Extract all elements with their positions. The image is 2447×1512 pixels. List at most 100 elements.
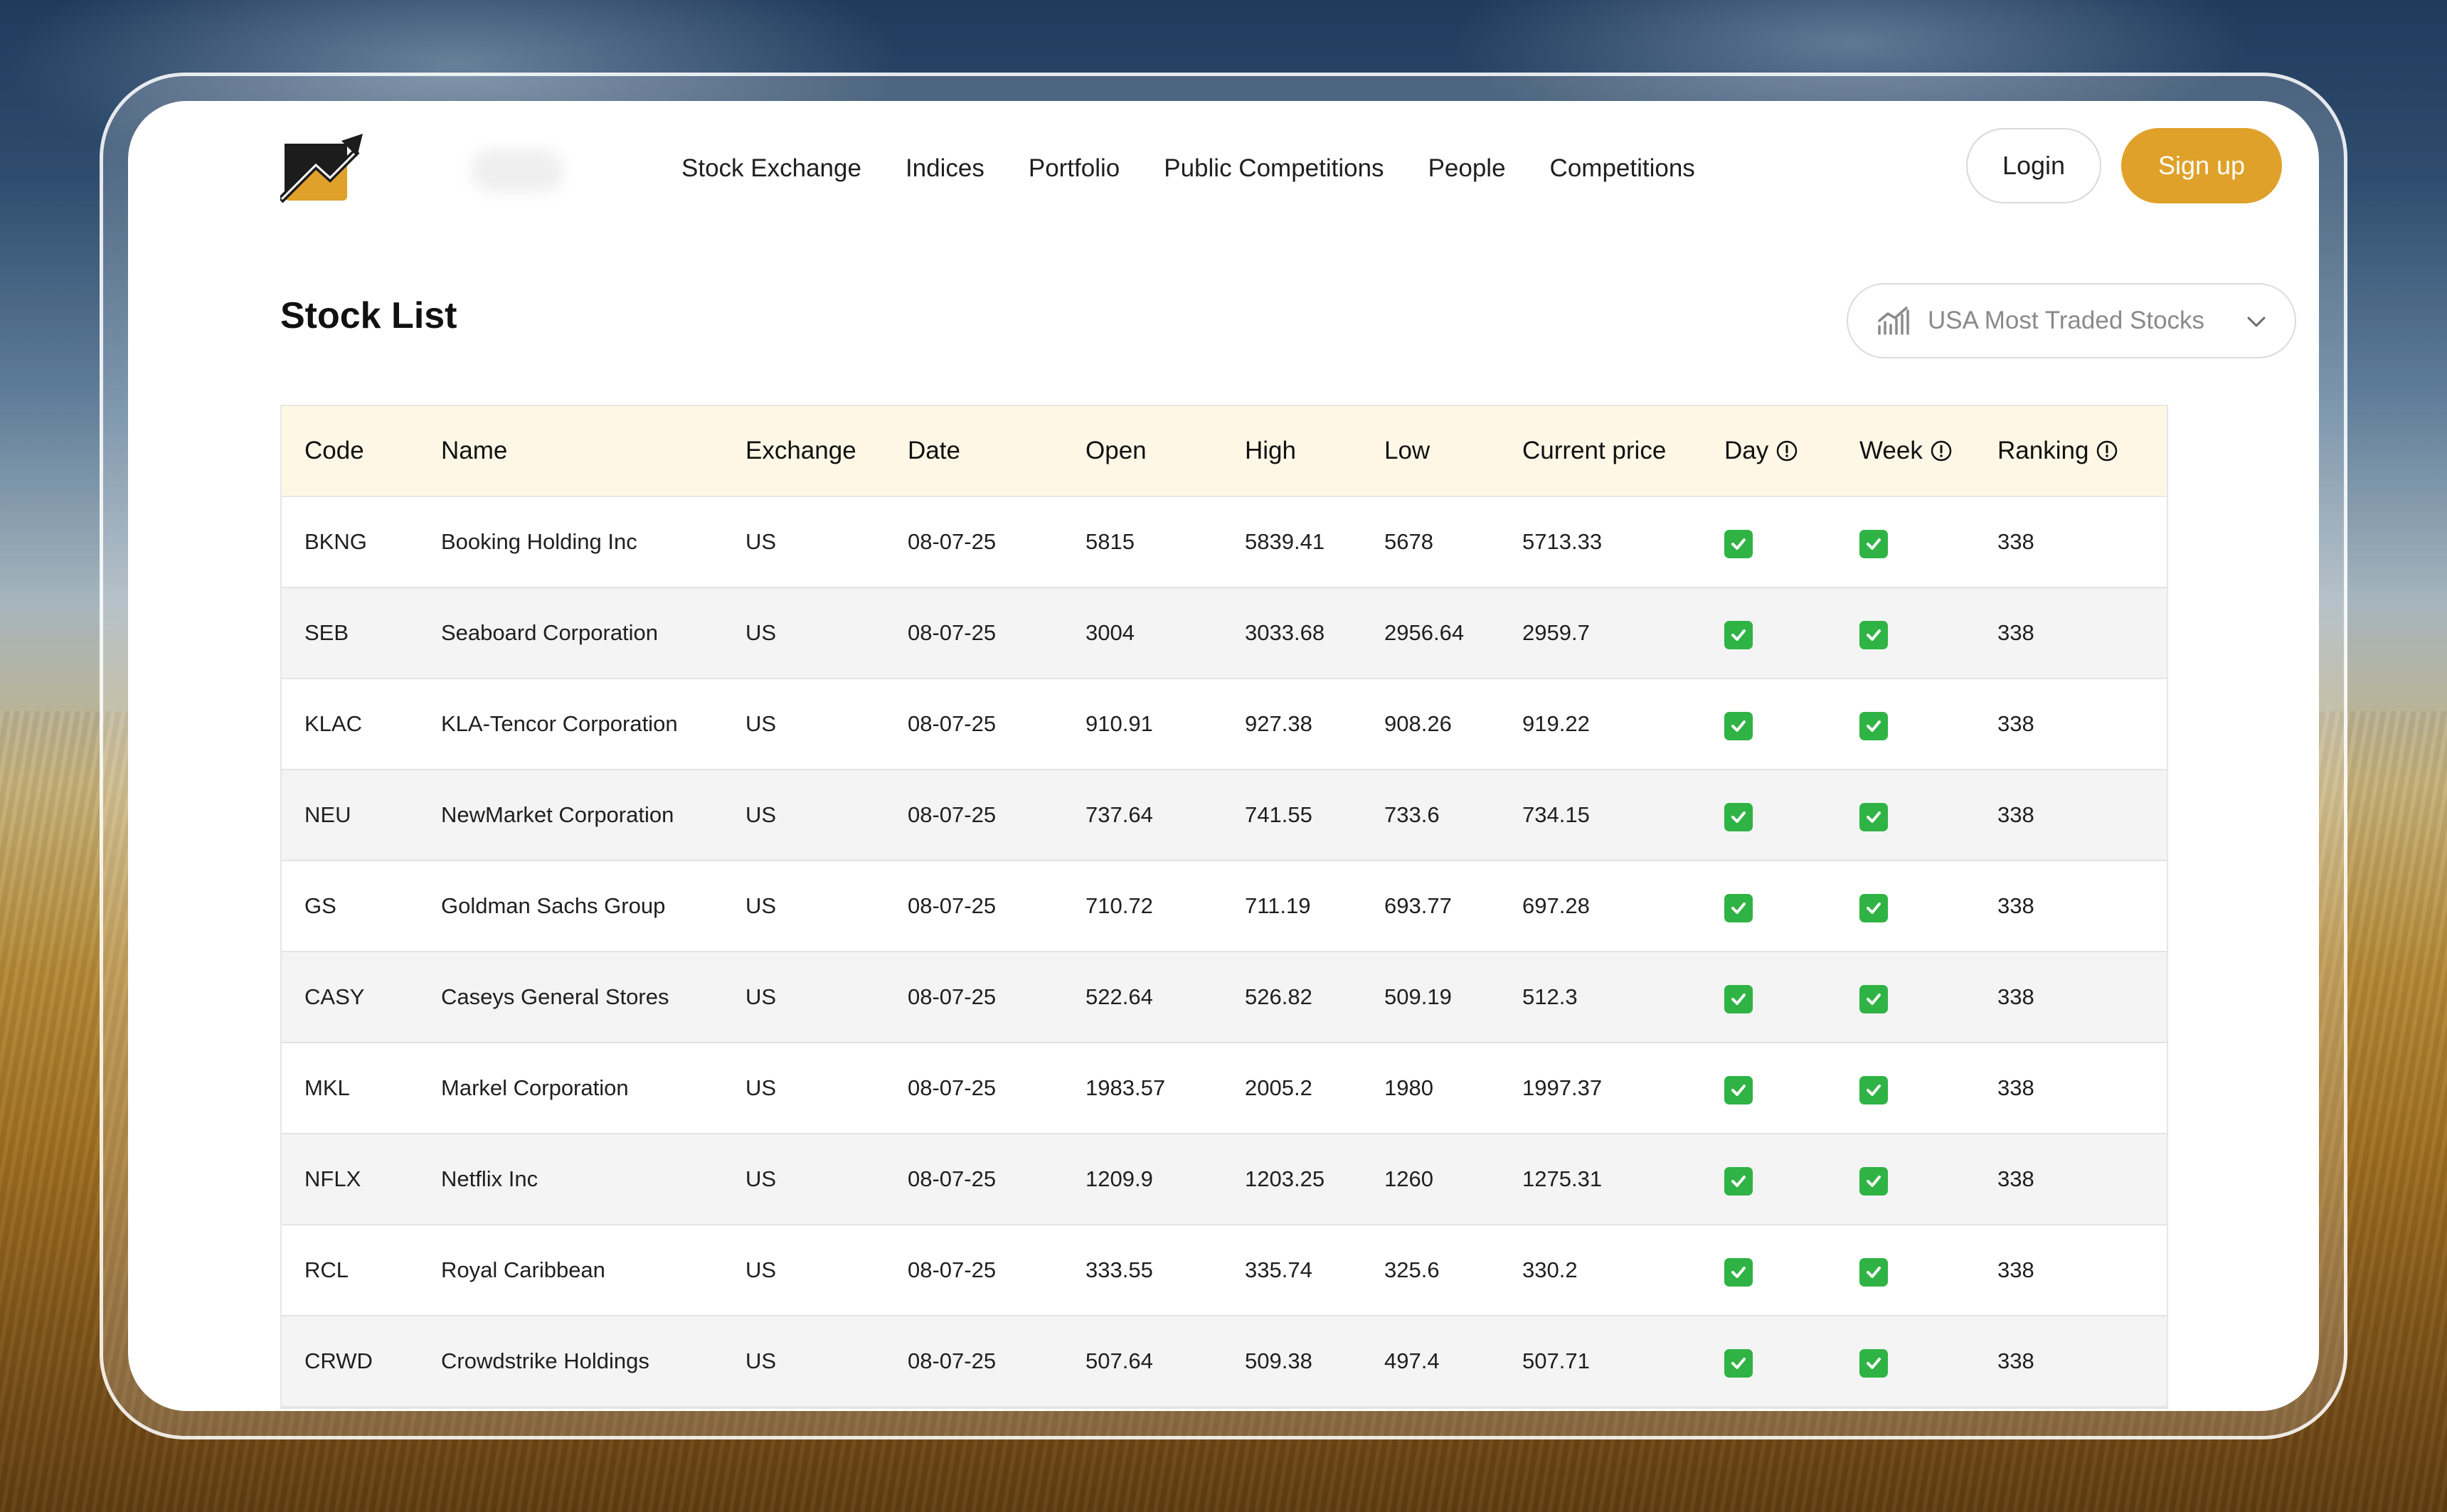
cell-open: 522.64: [1086, 984, 1153, 1009]
stock-table: Code Name Exchange Date Open High Low Cu…: [280, 405, 2168, 1409]
cell-high: 509.38: [1245, 1348, 1312, 1373]
column-header-ranking[interactable]: Ranking: [1997, 437, 2140, 465]
info-icon[interactable]: [1930, 440, 1953, 462]
cell-code: MKL: [304, 1075, 350, 1100]
column-header-current-price[interactable]: Current price: [1522, 437, 1724, 465]
cell-low: 497.4: [1384, 1348, 1440, 1373]
main-nav: Stock Exchange Indices Portfolio Public …: [681, 151, 1695, 186]
check-icon: [1724, 1258, 1753, 1287]
login-button[interactable]: Login: [1966, 128, 2101, 203]
column-header-date[interactable]: Date: [908, 437, 1086, 465]
table-row[interactable]: NEU NewMarket Corporation US 08-07-25 737.64…: [282, 770, 2167, 861]
table-row[interactable]: CASY Caseys General Stores US 08-07-25 522.6…: [282, 952, 2167, 1043]
check-icon: [1724, 1349, 1753, 1378]
nav-indices[interactable]: Indices: [906, 151, 984, 186]
cell-day: [1724, 981, 1859, 1013]
cell-high: 741.55: [1245, 802, 1312, 827]
cell-open: 1209.9: [1086, 1166, 1153, 1191]
cell-exchange: US: [745, 1166, 777, 1191]
cell-low: 1980: [1384, 1075, 1433, 1100]
nav-people[interactable]: People: [1428, 151, 1506, 186]
column-header-exchange[interactable]: Exchange: [745, 437, 908, 465]
column-header-day[interactable]: Day: [1724, 437, 1859, 465]
cell-name: Markel Corporation: [441, 1075, 629, 1100]
table-row[interactable]: KLAC KLA-Tencor Corporation US 08-07-25 910.…: [282, 679, 2167, 770]
cell-day: [1724, 526, 1859, 558]
cell-ranking: 338: [1997, 711, 2034, 736]
check-icon: [1724, 621, 1753, 649]
column-header-high[interactable]: High: [1245, 437, 1384, 465]
column-header-week[interactable]: Week: [1859, 437, 1997, 465]
column-header-ranking-label: Ranking: [1997, 437, 2089, 464]
cell-day: [1724, 1072, 1859, 1104]
column-header-name[interactable]: Name: [441, 437, 745, 465]
info-icon[interactable]: [2096, 440, 2118, 462]
chart-icon: [1878, 307, 1909, 335]
stock-list-dropdown[interactable]: USA Most Traded Stocks: [1847, 283, 2296, 358]
cell-ranking: 338: [1997, 984, 2034, 1009]
cell-code: SEB: [304, 620, 349, 645]
cell-date: 08-07-25: [908, 1348, 997, 1373]
cell-current-price: 512.3: [1522, 984, 1578, 1009]
cell-high: 335.74: [1245, 1257, 1312, 1282]
cell-day: [1724, 1163, 1859, 1196]
cell-code: BKNG: [304, 529, 367, 554]
cell-date: 08-07-25: [908, 620, 997, 645]
signup-button[interactable]: Sign up: [2121, 128, 2282, 203]
cell-day: [1724, 1345, 1859, 1378]
cell-code: NFLX: [304, 1166, 361, 1191]
table-row[interactable]: MKL Markel Corporation US 08-07-25 1983.57 20…: [282, 1043, 2167, 1134]
nav-stock-exchange[interactable]: Stock Exchange: [681, 151, 861, 186]
cell-open: 910.91: [1086, 711, 1153, 736]
cell-current-price: 734.15: [1522, 802, 1590, 827]
cell-name: Booking Holding Inc: [441, 529, 637, 554]
cell-ranking: 338: [1997, 620, 2034, 645]
cell-open: 5815: [1086, 529, 1135, 554]
table-row[interactable]: NFLX Netflix Inc US 08-07-25 1209.9 1203.25 12…: [282, 1134, 2167, 1225]
check-icon: [1859, 712, 1888, 740]
cell-ranking: 338: [1997, 893, 2034, 918]
cell-current-price: 919.22: [1522, 711, 1590, 736]
table-row[interactable]: SEB Seaboard Corporation US 08-07-25 3004 303…: [282, 588, 2167, 679]
cell-date: 08-07-25: [908, 984, 997, 1009]
column-header-week-label: Week: [1859, 437, 1923, 464]
cell-ranking: 338: [1997, 1075, 2034, 1100]
cell-day: [1724, 799, 1859, 831]
info-icon[interactable]: [1775, 440, 1798, 462]
cell-day: [1724, 708, 1859, 740]
cell-week: [1859, 1163, 1997, 1196]
cell-week: [1859, 890, 1997, 922]
cell-current-price: 5713.33: [1522, 529, 1603, 554]
column-header-open[interactable]: Open: [1086, 437, 1245, 465]
cell-current-price: 2959.7: [1522, 620, 1590, 645]
cell-name: Seaboard Corporation: [441, 620, 659, 645]
cell-week: [1859, 1254, 1997, 1287]
column-header-code[interactable]: Code: [304, 437, 441, 465]
nav-portfolio[interactable]: Portfolio: [1029, 151, 1120, 186]
chevron-down-icon: [2247, 316, 2266, 327]
logo-icon[interactable]: [280, 131, 364, 203]
cell-open: 710.72: [1086, 893, 1153, 918]
cell-ranking: 338: [1997, 1257, 2034, 1282]
cell-current-price: 330.2: [1522, 1257, 1578, 1282]
check-icon: [1724, 894, 1753, 922]
app-window: Stock Exchange Indices Portfolio Public …: [128, 101, 2319, 1411]
cell-exchange: US: [745, 1257, 777, 1282]
cell-ranking: 338: [1997, 1166, 2034, 1191]
cell-date: 08-07-25: [908, 893, 997, 918]
cell-exchange: US: [745, 1348, 777, 1373]
cell-code: RCL: [304, 1257, 349, 1282]
table-row[interactable]: CRWD Crowdstrike Holdings US 08-07-25 507.64…: [282, 1316, 2167, 1407]
table-row[interactable]: BKNG Booking Holding Inc US 08-07-25 5815 583…: [282, 497, 2167, 588]
table-row[interactable]: RCL Royal Caribbean US 08-07-25 333.55 335.74…: [282, 1225, 2167, 1316]
table-header-row: Code Name Exchange Date Open High Low Cu…: [282, 406, 2167, 497]
table-row[interactable]: GS Goldman Sachs Group US 08-07-25 710.72 711…: [282, 861, 2167, 952]
check-icon: [1859, 621, 1888, 649]
nav-competitions[interactable]: Competitions: [1550, 151, 1695, 186]
cell-ranking: 338: [1997, 802, 2034, 827]
cell-date: 08-07-25: [908, 529, 997, 554]
cell-name: NewMarket Corporation: [441, 802, 674, 827]
nav-public-competitions[interactable]: Public Competitions: [1164, 151, 1384, 186]
column-header-low[interactable]: Low: [1384, 437, 1522, 465]
check-icon: [1859, 985, 1888, 1013]
